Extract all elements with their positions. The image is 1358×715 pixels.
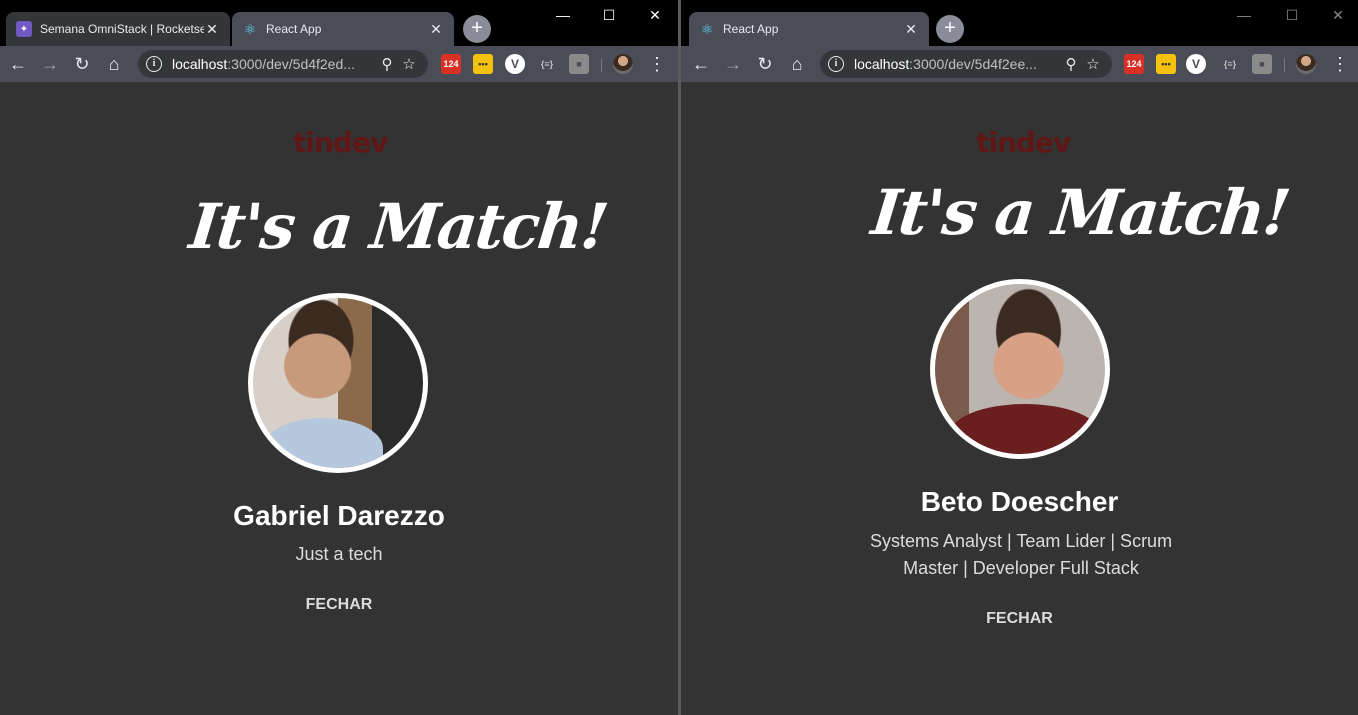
json-viewer-icon[interactable]: {≡} (1220, 54, 1240, 74)
toolbar-separator (1284, 58, 1285, 72)
browser-window-right: ⚛ React App ✕ + — ☐ ✕ ← → ↻ ⌂ i localhos… (681, 0, 1358, 715)
zoom-icon[interactable]: ⚲ (376, 55, 398, 73)
maximize-icon[interactable]: ☐ (1277, 4, 1307, 26)
close-icon[interactable]: ✕ (428, 21, 444, 38)
match-title: It's a Match! (868, 176, 1293, 249)
match-avatar (248, 293, 428, 473)
close-window-icon[interactable]: ✕ (640, 4, 670, 26)
home-icon[interactable]: ⌂ (102, 52, 126, 76)
tab-react-app[interactable]: ⚛ React App ✕ (232, 12, 454, 46)
match-bio: Systems Analyst | Team Lider | Scrum Mas… (869, 531, 1173, 578)
reload-icon[interactable]: ↻ (753, 52, 777, 76)
star-icon[interactable]: ☆ (1082, 55, 1104, 73)
zoom-icon[interactable]: ⚲ (1060, 55, 1082, 73)
title-bar: ⚛ React App ✕ + — ☐ ✕ (681, 0, 1358, 46)
maximize-icon[interactable]: ☐ (594, 4, 624, 26)
close-window-icon[interactable]: ✕ (1323, 4, 1353, 26)
match-name: Beto Doescher (920, 486, 1119, 517)
tab-title: React App (266, 22, 322, 36)
new-tab-button[interactable]: + (463, 15, 491, 43)
match-name: Gabriel Darezzo (233, 500, 445, 531)
close-button[interactable]: FECHAR (0, 596, 678, 614)
vue-devtools-icon[interactable]: V (1186, 54, 1206, 74)
close-button[interactable]: FECHAR (681, 610, 1358, 628)
minimize-icon[interactable]: — (1229, 4, 1259, 26)
calendar-extension-icon[interactable]: 124 (441, 54, 461, 74)
title-bar: ✦ Semana OmniStack | Rocketseat ✕ ⚛ Reac… (0, 0, 678, 46)
back-icon[interactable]: ← (6, 52, 30, 76)
match-bio: Just a tech (295, 544, 383, 564)
address-bar[interactable]: i localhost:3000/dev/5d4f2ee... ⚲ ☆ (820, 50, 1112, 78)
url-text[interactable]: localhost:3000/dev/5d4f2ee... (854, 56, 1060, 72)
url-text[interactable]: localhost:3000/dev/5d4f2ed... (172, 56, 376, 72)
close-icon[interactable]: ✕ (204, 21, 220, 38)
minimize-icon[interactable]: — (548, 4, 578, 26)
calendar-extension-icon[interactable]: 124 (1124, 54, 1144, 74)
json-viewer-icon[interactable]: {≡} (537, 54, 557, 74)
tindev-logo: tindev (293, 126, 388, 159)
notes-extension-icon[interactable]: ••• (1156, 54, 1176, 74)
notes-extension-icon[interactable]: ••• (473, 54, 493, 74)
reload-icon[interactable]: ↻ (70, 52, 94, 76)
close-icon[interactable]: ✕ (903, 21, 919, 38)
tab-title: React App (723, 22, 779, 36)
back-icon[interactable]: ← (689, 52, 713, 76)
menu-icon[interactable]: ⋮ (648, 52, 666, 76)
rocketseat-icon: ✦ (16, 21, 32, 37)
menu-icon[interactable]: ⋮ (1331, 52, 1349, 76)
new-tab-button[interactable]: + (936, 15, 964, 43)
home-icon[interactable]: ⌂ (785, 52, 809, 76)
avatar-shirt (950, 404, 1100, 454)
vue-devtools-icon[interactable]: V (505, 54, 525, 74)
info-icon[interactable]: i (146, 56, 162, 72)
extension-icon[interactable]: ■ (1252, 54, 1272, 74)
avatar-shirt (263, 418, 383, 468)
profile-avatar-icon[interactable] (613, 54, 633, 74)
tindev-logo: tindev (976, 126, 1071, 159)
tab-rocketseat[interactable]: ✦ Semana OmniStack | Rocketseat ✕ (6, 12, 230, 46)
react-icon: ⚛ (243, 20, 257, 37)
profile-avatar-icon[interactable] (1296, 54, 1316, 74)
page-content: tindev It's a Match! Gabriel Darezzo Jus… (0, 82, 678, 715)
tab-react-app[interactable]: ⚛ React App ✕ (689, 12, 929, 46)
browser-window-left: ✦ Semana OmniStack | Rocketseat ✕ ⚛ Reac… (0, 0, 678, 715)
info-icon[interactable]: i (828, 56, 844, 72)
forward-icon[interactable]: → (721, 52, 745, 76)
match-avatar (930, 279, 1110, 459)
match-title: It's a Match! (186, 190, 611, 263)
extension-icon[interactable]: ■ (569, 54, 589, 74)
address-bar[interactable]: i localhost:3000/dev/5d4f2ed... ⚲ ☆ (138, 50, 428, 78)
toolbar: ← → ↻ ⌂ i localhost:3000/dev/5d4f2ed... … (0, 46, 678, 82)
toolbar-separator (601, 58, 602, 72)
forward-icon[interactable]: → (38, 52, 62, 76)
star-icon[interactable]: ☆ (398, 55, 420, 73)
react-icon: ⚛ (700, 20, 714, 37)
toolbar: ← → ↻ ⌂ i localhost:3000/dev/5d4f2ee... … (681, 46, 1358, 82)
tab-title: Semana OmniStack | Rocketseat (40, 22, 204, 36)
page-content: tindev It's a Match! Beto Doescher Syste… (681, 82, 1358, 715)
